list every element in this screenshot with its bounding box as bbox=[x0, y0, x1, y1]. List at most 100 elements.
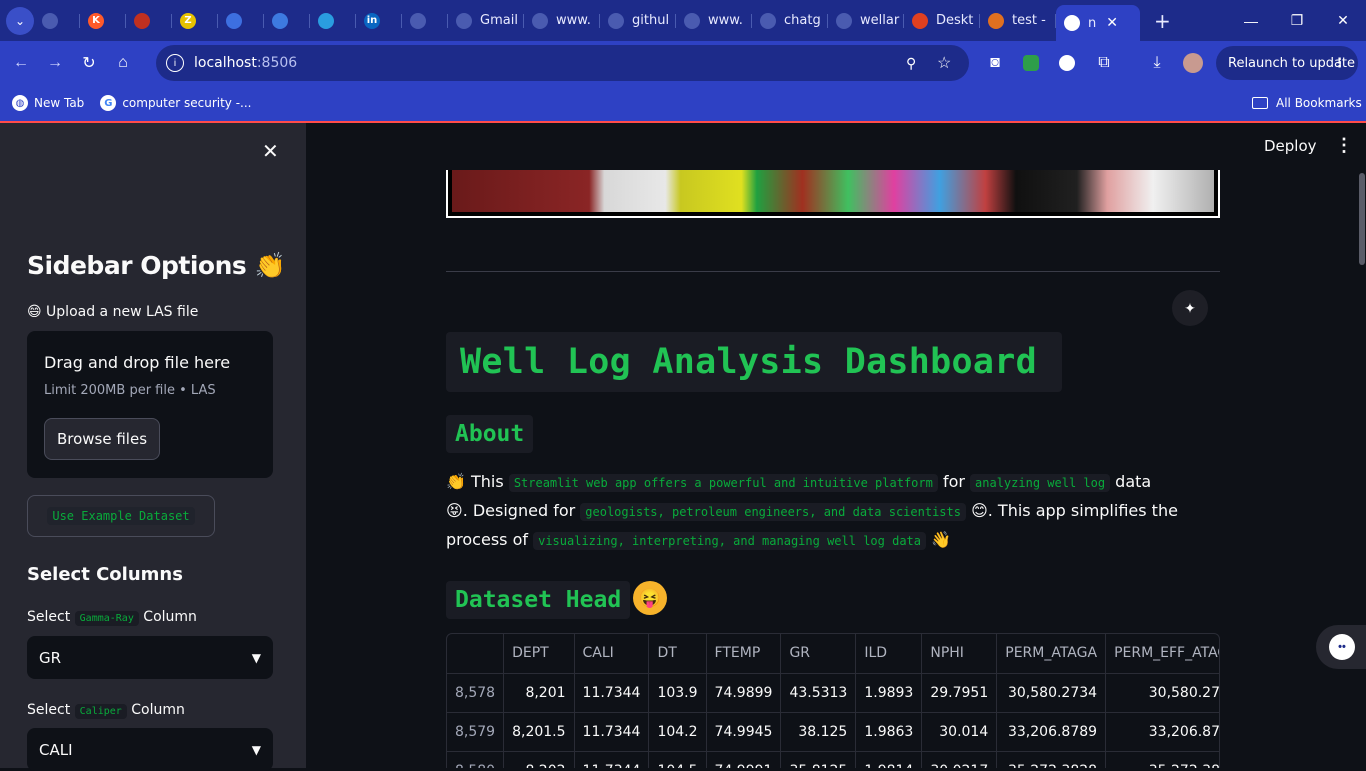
home-button[interactable]: ⌂ bbox=[106, 46, 140, 80]
browser-tab[interactable]: chatg bbox=[752, 6, 828, 36]
extension-green-icon[interactable] bbox=[1014, 46, 1048, 80]
table-row: 8,5808,20211.7344104.574.999135.81251.98… bbox=[447, 751, 1219, 768]
table-header[interactable]: CALI bbox=[574, 634, 650, 674]
bookmark-new-tab[interactable]: ◍ New Tab bbox=[12, 95, 84, 111]
browser-tab-strip: ⌄ K Zin Gmail www. githul www. chatg wellar Desk… bbox=[0, 0, 1366, 41]
relaunch-update-button[interactable]: Relaunch to update ⋮ bbox=[1216, 46, 1358, 80]
browser-tab[interactable]: Gmail bbox=[448, 6, 524, 36]
table-cell[interactable]: 8,579 bbox=[447, 712, 505, 752]
table-cell[interactable]: 11.7344 bbox=[574, 751, 650, 768]
table-header[interactable] bbox=[447, 634, 505, 674]
table-cell[interactable]: 30,580.2734 bbox=[996, 673, 1107, 713]
table-header[interactable]: NPHI bbox=[921, 634, 998, 674]
browser-tab[interactable]: Z bbox=[172, 6, 218, 36]
table-cell[interactable]: 30.0217 bbox=[921, 751, 998, 768]
table-header[interactable]: FTEMP bbox=[706, 634, 782, 674]
dataset-table[interactable]: DEPT CALI DT FTEMP GR ILD NPHI PERM_ATAGA PERM_E… bbox=[446, 633, 1220, 768]
forward-button[interactable]: → bbox=[38, 46, 72, 80]
table-cell[interactable]: 74.9991 bbox=[706, 751, 782, 768]
table-cell[interactable]: 8,202 bbox=[503, 751, 575, 768]
table-cell[interactable]: 104.5 bbox=[648, 751, 707, 768]
browser-tab[interactable] bbox=[126, 6, 172, 36]
gamma-ray-select[interactable]: GR ▼ bbox=[27, 636, 273, 679]
table-cell[interactable]: 43.5313 bbox=[780, 673, 857, 713]
all-bookmarks[interactable]: All Bookmarks bbox=[1252, 96, 1362, 110]
browser-tab[interactable]: githul bbox=[600, 6, 676, 36]
bookmark-star-icon[interactable]: ☆ bbox=[937, 53, 951, 73]
page-scrollbar[interactable] bbox=[1359, 173, 1365, 265]
browser-tab[interactable]: K bbox=[80, 6, 126, 36]
table-cell[interactable]: 35.8125 bbox=[780, 751, 857, 768]
browser-tab[interactable]: in bbox=[356, 6, 402, 36]
table-cell[interactable]: 30,580.2734 bbox=[1105, 673, 1219, 713]
screenshot-icon[interactable]: ◙ bbox=[978, 46, 1012, 80]
table-cell[interactable]: 1.9893 bbox=[855, 673, 923, 713]
zoom-icon[interactable]: ⚲ bbox=[906, 55, 916, 72]
browser-tab[interactable] bbox=[310, 6, 356, 36]
table-cell[interactable]: 8,578 bbox=[447, 673, 505, 713]
table-header[interactable]: DT bbox=[648, 634, 707, 674]
more-menu-icon[interactable]: ⋮ bbox=[1333, 56, 1346, 71]
table-header[interactable]: PERM_ATAGA bbox=[996, 634, 1107, 674]
caliper-select[interactable]: CALI ▼ bbox=[27, 728, 273, 771]
app-menu-icon[interactable]: ⋮ bbox=[1335, 135, 1353, 156]
browser-tab[interactable]: Deskt bbox=[904, 6, 980, 36]
deploy-button[interactable]: Deploy bbox=[1264, 137, 1317, 155]
site-info-icon[interactable]: i bbox=[166, 54, 184, 72]
close-window-button[interactable]: ✕ bbox=[1320, 0, 1366, 41]
file-dropzone[interactable]: Drag and drop file here Limit 200MB per … bbox=[27, 331, 273, 478]
table-cell[interactable]: 8,201 bbox=[503, 673, 575, 713]
table-cell[interactable]: 74.9945 bbox=[706, 712, 782, 752]
tab-search-button[interactable]: ⌄ bbox=[6, 6, 34, 35]
table-cell[interactable]: 74.9899 bbox=[706, 673, 782, 713]
table-cell[interactable]: 104.2 bbox=[648, 712, 707, 752]
browser-tab[interactable] bbox=[218, 6, 264, 36]
caliper-label: Select Caliper Column bbox=[27, 702, 185, 719]
browser-tab[interactable]: test - bbox=[980, 6, 1056, 36]
table-cell[interactable]: 8,201.5 bbox=[503, 712, 575, 752]
browser-tab[interactable]: wellar bbox=[828, 6, 904, 36]
table-cell[interactable]: 11.7344 bbox=[574, 673, 650, 713]
browser-tab[interactable]: n ✕ bbox=[1056, 5, 1140, 41]
table-header[interactable]: PERM_EFF_ATAGA bbox=[1105, 634, 1219, 674]
table-cell[interactable]: 38.125 bbox=[780, 712, 857, 752]
table-cell[interactable]: 1.9814 bbox=[855, 751, 923, 768]
crown-icon bbox=[1064, 15, 1080, 31]
table-cell[interactable]: 11.7344 bbox=[574, 712, 650, 752]
table-header[interactable]: ILD bbox=[855, 634, 923, 674]
minimize-button[interactable]: — bbox=[1228, 0, 1274, 41]
table-cell[interactable]: 29.7951 bbox=[921, 673, 998, 713]
table-cell[interactable]: 1.9863 bbox=[855, 712, 923, 752]
table-cell[interactable]: 35,272.3828 bbox=[1105, 751, 1219, 768]
table-header[interactable]: DEPT bbox=[503, 634, 575, 674]
browser-tab[interactable]: www. bbox=[676, 6, 752, 36]
table-cell[interactable]: 8,580 bbox=[447, 751, 505, 768]
magic-wand-icon[interactable]: ✦ bbox=[1172, 290, 1208, 326]
browser-tab[interactable] bbox=[402, 6, 448, 36]
restore-button[interactable]: ❐ bbox=[1274, 0, 1320, 41]
profile-avatar[interactable] bbox=[1176, 46, 1210, 80]
close-tab-icon[interactable]: ✕ bbox=[1106, 15, 1118, 31]
close-sidebar-icon[interactable]: ✕ bbox=[262, 139, 279, 164]
bookmark-computer-security[interactable]: Gcomputer security -... bbox=[100, 95, 252, 111]
browser-tab[interactable] bbox=[34, 6, 80, 36]
download-icon[interactable]: ⤓ bbox=[1140, 46, 1174, 80]
table-header[interactable]: GR bbox=[780, 634, 857, 674]
extensions-puzzle-icon[interactable]: ⧉ bbox=[1087, 46, 1121, 80]
divider bbox=[446, 271, 1220, 272]
table-cell[interactable]: 35,272.3828 bbox=[996, 751, 1107, 768]
browser-tab[interactable]: www. bbox=[524, 6, 600, 36]
reload-button[interactable]: ↻ bbox=[72, 46, 106, 80]
table-cell[interactable]: 103.9 bbox=[648, 673, 707, 713]
use-example-dataset-button[interactable]: Use Example Dataset bbox=[27, 495, 215, 537]
extension-bot-icon[interactable] bbox=[1050, 46, 1084, 80]
browser-tab[interactable] bbox=[264, 6, 310, 36]
table-cell[interactable]: 33,206.8789 bbox=[1105, 712, 1219, 752]
chat-assistant-button[interactable]: •• bbox=[1316, 625, 1366, 669]
table-cell[interactable]: 33,206.8789 bbox=[996, 712, 1107, 752]
new-tab-button[interactable]: + bbox=[1146, 6, 1179, 36]
back-button[interactable]: ← bbox=[4, 46, 38, 80]
browse-files-button[interactable]: Browse files bbox=[44, 418, 160, 460]
address-bar[interactable]: i localhost:8506 ⚲ ☆ bbox=[156, 45, 969, 81]
table-cell[interactable]: 30.014 bbox=[921, 712, 998, 752]
